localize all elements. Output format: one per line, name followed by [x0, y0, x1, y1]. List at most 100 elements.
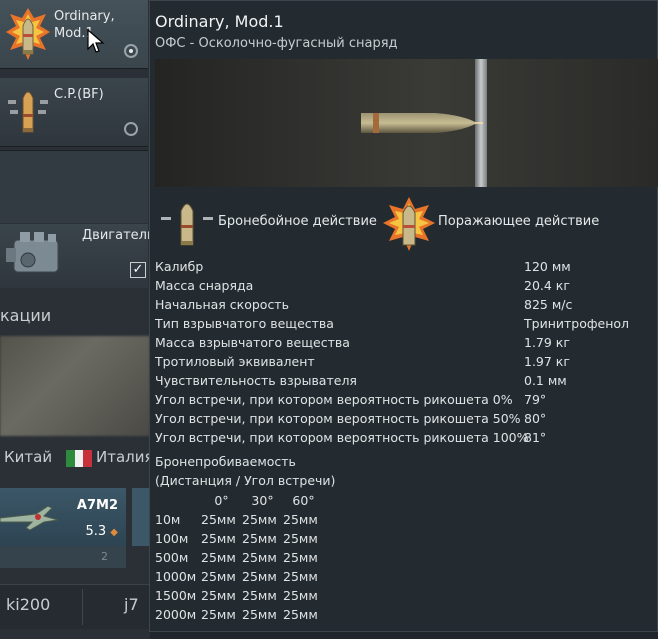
penetration-cell: 25мм [283, 569, 318, 584]
penetration-cell: 25мм [283, 531, 318, 546]
penetration-cell: 25мм [201, 569, 236, 584]
high-explosive-shell-icon [383, 197, 435, 251]
tooltip-title: Ordinary, Mod.1 [155, 12, 284, 31]
stat-label: Тротиловый эквивалент [155, 354, 315, 369]
angle-header: 0° [214, 493, 229, 508]
angle-header: 30° [251, 493, 274, 508]
vehicle-count: 2 [101, 550, 108, 563]
engine-icon [6, 232, 59, 273]
shell-preview-image [155, 59, 658, 187]
stat-label: Чувствительность взрывателя [155, 373, 357, 388]
penetration-table: 0° 30° 60° 10м 25мм 25мм 25мм 100м 25мм … [155, 491, 324, 624]
stat-value: 20.4 кг [524, 278, 570, 293]
stat-label: Масса взрывчатого вещества [155, 335, 350, 350]
module-slot-ordinary[interactable]: Ordinary, Mod.1 [0, 0, 148, 69]
penetration-cell: 25мм [283, 588, 318, 603]
ammo-tooltip: Ordinary, Mod.1 ОФС - Осколочно-фугасный… [149, 0, 658, 632]
penetration-cell: 25мм [201, 588, 236, 603]
stat-value: 81° [524, 430, 547, 445]
italy-flag-icon [66, 450, 93, 467]
vehicle-status-bar: 2 [0, 546, 126, 568]
nation-tab-china[interactable]: Китай [4, 448, 52, 466]
stat-value: Тринитрофенол [524, 316, 630, 331]
penetration-cell: 25мм [283, 550, 318, 565]
distance-cell: 1500м [155, 588, 197, 603]
stat-value: 825 м/с [524, 297, 573, 312]
penetration-cell: 25мм [283, 607, 318, 622]
vehicle-name: A7M2 [76, 498, 118, 513]
engine-label: Двигатель [82, 228, 155, 243]
distance-cell: 2000м [155, 607, 197, 622]
module-slot-engine[interactable]: Двигатель ✓ [0, 224, 155, 288]
bottom-tabs: ki200 j7 [0, 584, 150, 629]
stat-value: 80° [524, 411, 547, 426]
shell-effects: Бронебойное действие Поражающее действие [155, 195, 655, 251]
penetration-cell: 25мм [201, 607, 236, 622]
penetration-cell: 25мм [201, 512, 236, 527]
background-image [0, 336, 150, 436]
nation-tab-italy[interactable]: Италия [96, 448, 154, 466]
distance-cell: 100м [155, 531, 189, 546]
stat-value: 1.79 кг [524, 335, 570, 350]
stat-row: Тротиловый эквивалент 1.97 кг [155, 354, 655, 373]
penetration-cell: 25мм [242, 512, 277, 527]
stat-row: Угол встречи, при котором вероятность ри… [155, 430, 655, 449]
stat-row: Масса взрывчатого вещества 1.79 кг [155, 335, 655, 354]
stat-label: Тип взрывчатого вещества [155, 316, 334, 331]
effect-label-damage: Поражающее действие [438, 214, 600, 229]
distance-cell: 10м [155, 512, 181, 527]
tab-j7[interactable]: j7 [124, 595, 139, 614]
module-radio[interactable] [124, 122, 138, 136]
penetration-cell: 25мм [242, 569, 277, 584]
stat-label: Угол встречи, при котором вероятность ри… [155, 411, 521, 426]
rank-diamond-icon: ◆ [110, 527, 118, 538]
armor-piercing-shell-icon [161, 203, 213, 246]
penetration-cell: 25мм [201, 550, 236, 565]
vehicle-card[interactable]: A7M2 5.3 ◆ [0, 488, 126, 546]
penetration-cell: 25мм [201, 531, 236, 546]
penetration-cell: 25мм [242, 588, 277, 603]
nation-tabs: Китай Италия [0, 444, 154, 474]
stat-row: Калибр 120 мм [155, 259, 655, 278]
distance-cell: 500м [155, 550, 189, 565]
module-label: C.P.(BF) [54, 87, 104, 102]
penetration-row: 1000м 25мм 25мм 25мм [155, 567, 324, 586]
tab-ki200[interactable]: ki200 [6, 595, 50, 614]
shell-stats: Калибр 120 мм Масса снаряда 20.4 кг Началь… [155, 259, 655, 449]
stat-label: Угол встречи, при котором вероятность ри… [155, 392, 513, 407]
penetration-cell: 25мм [283, 512, 318, 527]
vehicle-battle-rating: 5.3 ◆ [85, 524, 118, 539]
tooltip-subtitle: ОФС - Осколочно-фугасный снаряд [155, 36, 398, 51]
penetration-cell: 25мм [242, 531, 277, 546]
stat-row: Тип взрывчатого вещества Тринитрофенол [155, 316, 655, 335]
mouse-cursor-icon [87, 28, 105, 53]
penetration-row: 1500м 25мм 25мм 25мм [155, 586, 324, 605]
penetration-row: 500м 25мм 25мм 25мм [155, 548, 324, 567]
stat-row: Чувствительность взрывателя 0.1 мм [155, 373, 655, 392]
stat-value: 120 мм [524, 259, 571, 274]
battle-rating-value: 5.3 [85, 524, 107, 539]
shell-with-fragments-icon [8, 91, 48, 133]
next-vehicle-card[interactable] [132, 488, 150, 546]
stat-label: Калибр [155, 259, 204, 274]
penetration-subtitle: (Дистанция / Угол встречи) [155, 473, 336, 488]
stat-label: Начальная скорость [155, 297, 289, 312]
module-slot-cp-bf[interactable]: C.P.(BF) [0, 78, 148, 147]
stat-row: Угол встречи, при котором вероятность ри… [155, 411, 655, 430]
distance-cell: 1000м [155, 569, 197, 584]
penetration-cell: 25мм [242, 607, 277, 622]
engine-checkbox[interactable]: ✓ [130, 262, 146, 278]
stat-row: Масса снаряда 20.4 кг [155, 278, 655, 297]
effect-label-armor-piercing: Бронебойное действие [218, 214, 377, 229]
empty-module-slot [0, 150, 148, 223]
stat-row: Начальная скорость 825 м/с [155, 297, 655, 316]
module-radio-selected[interactable] [124, 44, 138, 58]
penetration-title: Бронепробиваемость [155, 454, 296, 469]
penetration-header-row: 0° 30° 60° [155, 491, 324, 510]
tab-divider [82, 589, 83, 625]
penetration-cell: 25мм [242, 550, 277, 565]
stat-label: Масса снаряда [155, 278, 254, 293]
stat-value: 79° [524, 392, 547, 407]
angle-header: 60° [292, 493, 315, 508]
stat-value: 1.97 кг [524, 354, 570, 369]
